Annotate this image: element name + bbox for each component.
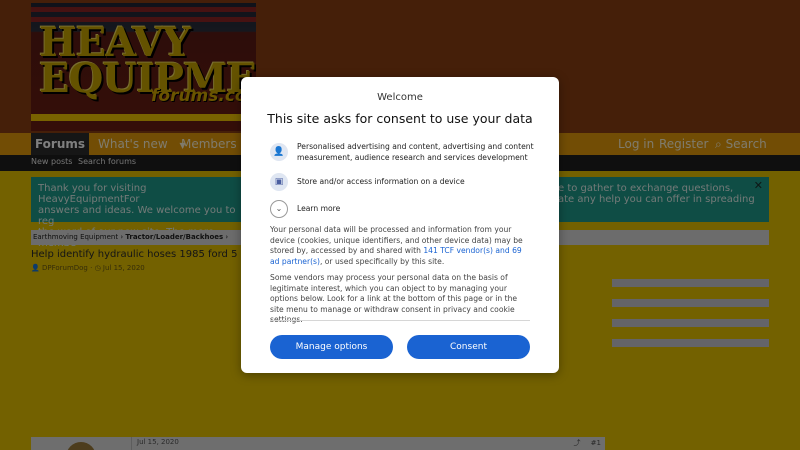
consent-dialog: Welcome This site asks for consent to us… bbox=[241, 77, 559, 373]
consent-welcome: Welcome bbox=[377, 92, 423, 103]
manage-options-button[interactable]: Manage options bbox=[270, 335, 393, 359]
learn-more-row[interactable]: ⌄ Learn more bbox=[270, 200, 540, 220]
consent-body-1: Your personal data will be processed and… bbox=[270, 225, 532, 267]
consent-purpose-storage: ▣ Store and/or access information on a d… bbox=[270, 173, 540, 193]
purpose-text: Personalised advertising and content, ad… bbox=[297, 142, 534, 162]
chevron-down-icon[interactable]: ⌄ bbox=[270, 200, 288, 218]
consent-button[interactable]: Consent bbox=[407, 335, 530, 359]
consent-body-2: Some vendors may process your personal d… bbox=[270, 273, 518, 324]
people-icon: 👤 bbox=[270, 143, 288, 161]
purpose-text: Store and/or access information on a dev… bbox=[297, 177, 465, 186]
body-text: , or used specifically by this site. bbox=[319, 256, 445, 266]
learn-more-label[interactable]: Learn more bbox=[297, 204, 340, 215]
divider bbox=[270, 320, 530, 321]
device-icon: ▣ bbox=[270, 173, 288, 191]
consent-purpose-personalised: 👤 Personalised advertising and content, … bbox=[270, 142, 540, 172]
consent-title: This site asks for consent to use your d… bbox=[267, 111, 533, 126]
